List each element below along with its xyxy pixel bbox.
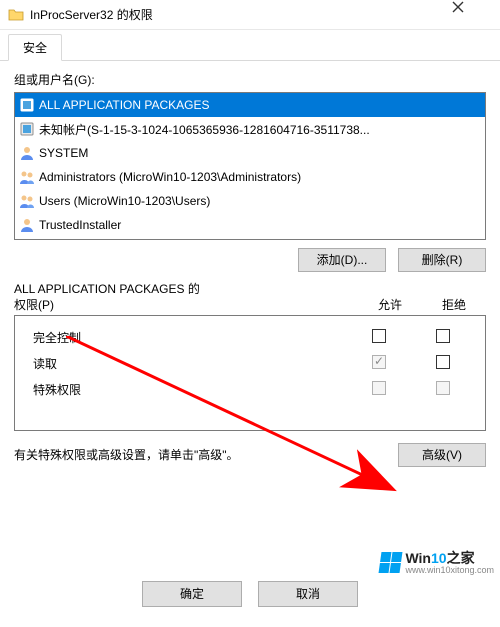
- add-button[interactable]: 添加(D)...: [298, 248, 386, 272]
- user-icon: [19, 217, 35, 233]
- watermark: Win10之家 www.win10xitong.com: [380, 551, 494, 575]
- title-bar: InProcServer32 的权限: [0, 0, 500, 30]
- tab-security[interactable]: 安全: [8, 34, 62, 61]
- add-remove-row: 添加(D)... 删除(R): [14, 248, 486, 272]
- close-icon: [452, 1, 496, 13]
- permission-name: 特殊权限: [25, 381, 347, 398]
- cancel-button[interactable]: 取消: [258, 581, 358, 607]
- package-icon: [19, 121, 35, 137]
- principal-row[interactable]: ALL APPLICATION PACKAGES: [15, 93, 485, 117]
- close-button[interactable]: [452, 1, 496, 29]
- permission-name: 完全控制: [25, 329, 347, 346]
- permission-name: 读取: [25, 355, 347, 372]
- allow-header: 允许: [358, 296, 422, 313]
- deny-checkbox-read[interactable]: [436, 355, 450, 369]
- groups-label: 组或用户名(G):: [14, 71, 486, 88]
- window-title: InProcServer32 的权限: [30, 6, 452, 23]
- advanced-line: 有关特殊权限或高级设置，请单击"高级"。 高级(V): [14, 443, 486, 467]
- permissions-for-label-1: ALL APPLICATION PACKAGES 的: [14, 282, 200, 296]
- windows-logo-icon: [379, 552, 403, 573]
- watermark-brand-prefix: Win: [405, 550, 431, 566]
- watermark-brand-suffix: 之家: [447, 550, 475, 566]
- principal-row[interactable]: Users (MicroWin10-1203\Users): [15, 189, 485, 213]
- allow-checkbox-special: [372, 381, 386, 395]
- principal-name: Administrators (MicroWin10-1203\Administ…: [39, 170, 301, 184]
- allow-checkbox-full[interactable]: [372, 329, 386, 343]
- allow-checkbox-read: [372, 355, 386, 369]
- deny-checkbox-special: [436, 381, 450, 395]
- security-panel: 组或用户名(G): ALL APPLICATION PACKAGES 未知帐户(…: [0, 60, 500, 481]
- principal-row[interactable]: Administrators (MicroWin10-1203\Administ…: [15, 165, 485, 189]
- user-icon: [19, 145, 35, 161]
- principal-row[interactable]: 未知帐户(S-1-15-3-1024-1065365936-1281604716…: [15, 117, 485, 141]
- group-icon: [19, 169, 35, 185]
- advanced-button[interactable]: 高级(V): [398, 443, 486, 467]
- deny-header: 拒绝: [422, 296, 486, 313]
- permission-row: 特殊权限: [25, 376, 475, 402]
- remove-button[interactable]: 删除(R): [398, 248, 486, 272]
- dialog-buttons: 确定 取消: [0, 581, 500, 607]
- watermark-brand-num: 10: [431, 550, 447, 566]
- principal-name: TrustedInstaller: [39, 218, 121, 232]
- group-icon: [19, 193, 35, 209]
- principal-row[interactable]: TrustedInstaller: [15, 213, 485, 237]
- principal-row[interactable]: SYSTEM: [15, 141, 485, 165]
- permission-row: 完全控制: [25, 324, 475, 350]
- permissions-header: ALL APPLICATION PACKAGES 的 权限(P) 允许 拒绝: [14, 282, 486, 313]
- principal-name: SYSTEM: [39, 146, 88, 160]
- package-icon: [19, 97, 35, 113]
- principal-name: ALL APPLICATION PACKAGES: [39, 98, 210, 112]
- tab-strip: 安全: [0, 30, 500, 60]
- principal-name: Users (MicroWin10-1203\Users): [39, 194, 210, 208]
- principals-listbox[interactable]: ALL APPLICATION PACKAGES 未知帐户(S-1-15-3-1…: [14, 92, 486, 240]
- permissions-for-label-2: 权限(P): [14, 298, 54, 312]
- permissions-box: 完全控制 读取 特殊权限: [14, 315, 486, 431]
- advanced-hint: 有关特殊权限或高级设置，请单击"高级"。: [14, 447, 398, 464]
- ok-button[interactable]: 确定: [142, 581, 242, 607]
- watermark-url: www.win10xitong.com: [405, 566, 494, 575]
- permission-row: 读取: [25, 350, 475, 376]
- principal-name: 未知帐户(S-1-15-3-1024-1065365936-1281604716…: [39, 121, 370, 138]
- folder-icon: [8, 7, 24, 23]
- deny-checkbox-full[interactable]: [436, 329, 450, 343]
